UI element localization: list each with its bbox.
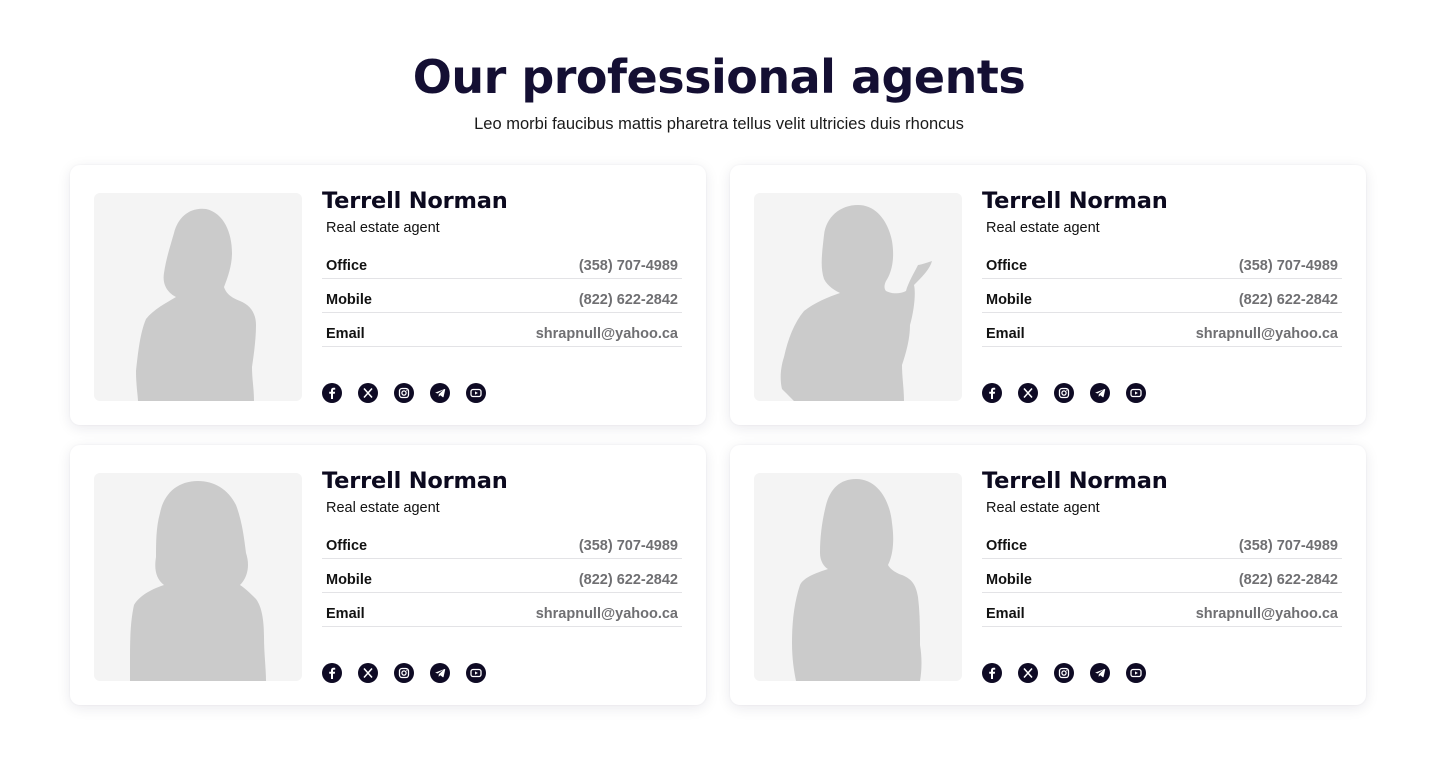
- section-subtitle: Leo morbi faucibus mattis pharetra tellu…: [474, 115, 964, 133]
- mobile-row: Mobile (822) 622-2842: [322, 559, 682, 593]
- mobile-label: Mobile: [326, 291, 372, 308]
- email-row: Email shrapnull@yahoo.ca: [322, 313, 682, 347]
- contact-list: Office (358) 707-4989 Mobile (822) 622-2…: [982, 525, 1342, 627]
- agent-name: Terrell Norman: [322, 468, 508, 494]
- agent-card: Terrell Norman Real estate agent Office …: [730, 165, 1366, 425]
- agent-card: Terrell Norman Real estate agent Office …: [70, 445, 706, 705]
- agent-info: Terrell Norman Real estate agent Office …: [322, 187, 682, 403]
- agent-info: Terrell Norman Real estate agent Office …: [322, 467, 682, 683]
- agent-photo: [94, 473, 302, 681]
- agent-role: Real estate agent: [326, 220, 440, 236]
- facebook-icon[interactable]: [322, 383, 342, 403]
- social-links: [322, 383, 682, 403]
- office-row: Office (358) 707-4989: [982, 525, 1342, 559]
- email-address[interactable]: shrapnull@yahoo.ca: [1196, 318, 1338, 342]
- social-links: [982, 383, 1342, 403]
- x-twitter-icon[interactable]: [358, 383, 378, 403]
- email-label: Email: [986, 325, 1025, 342]
- youtube-icon[interactable]: [1126, 663, 1146, 683]
- telegram-icon[interactable]: [430, 383, 450, 403]
- email-address[interactable]: shrapnull@yahoo.ca: [536, 598, 678, 622]
- office-label: Office: [326, 257, 368, 274]
- x-twitter-icon[interactable]: [1018, 663, 1038, 683]
- mobile-row: Mobile (822) 622-2842: [982, 279, 1342, 313]
- agent-role: Real estate agent: [986, 500, 1100, 516]
- agent-name: Terrell Norman: [322, 188, 508, 214]
- contact-list: Office (358) 707-4989 Mobile (822) 622-2…: [982, 245, 1342, 347]
- x-twitter-icon[interactable]: [358, 663, 378, 683]
- agent-name: Terrell Norman: [982, 188, 1168, 214]
- facebook-icon[interactable]: [982, 383, 1002, 403]
- section-title: Our professional agents: [412, 50, 1026, 104]
- contact-list: Office (358) 707-4989 Mobile (822) 622-2…: [322, 245, 682, 347]
- agent-role: Real estate agent: [326, 500, 440, 516]
- agent-role: Real estate agent: [986, 220, 1100, 236]
- email-row: Email shrapnull@yahoo.ca: [322, 593, 682, 627]
- email-row: Email shrapnull@yahoo.ca: [982, 593, 1342, 627]
- agent-card: Terrell Norman Real estate agent Office …: [730, 445, 1366, 705]
- agent-photo: [754, 193, 962, 401]
- office-row: Office (358) 707-4989: [322, 245, 682, 279]
- mobile-phone[interactable]: (822) 622-2842: [579, 284, 678, 308]
- mobile-label: Mobile: [986, 291, 1032, 308]
- agent-photo: [754, 473, 962, 681]
- facebook-icon[interactable]: [982, 663, 1002, 683]
- youtube-icon[interactable]: [1126, 383, 1146, 403]
- office-row: Office (358) 707-4989: [322, 525, 682, 559]
- instagram-icon[interactable]: [394, 663, 414, 683]
- agent-card: Terrell Norman Real estate agent Office …: [70, 165, 706, 425]
- email-label: Email: [986, 605, 1025, 622]
- woman-silhouette-icon: [780, 205, 932, 401]
- telegram-icon[interactable]: [1090, 663, 1110, 683]
- woman-silhouette-icon: [130, 481, 266, 681]
- social-links: [982, 663, 1342, 683]
- youtube-icon[interactable]: [466, 383, 486, 403]
- mobile-row: Mobile (822) 622-2842: [322, 279, 682, 313]
- agent-info: Terrell Norman Real estate agent Office …: [982, 467, 1342, 683]
- contact-list: Office (358) 707-4989 Mobile (822) 622-2…: [322, 525, 682, 627]
- office-phone[interactable]: (358) 707-4989: [579, 530, 678, 554]
- telegram-icon[interactable]: [430, 663, 450, 683]
- email-address[interactable]: shrapnull@yahoo.ca: [1196, 598, 1338, 622]
- email-label: Email: [326, 605, 365, 622]
- x-twitter-icon[interactable]: [1018, 383, 1038, 403]
- mobile-row: Mobile (822) 622-2842: [982, 559, 1342, 593]
- mobile-phone[interactable]: (822) 622-2842: [579, 564, 678, 588]
- agent-name: Terrell Norman: [982, 468, 1168, 494]
- office-label: Office: [986, 537, 1028, 554]
- woman-silhouette-icon: [136, 208, 256, 401]
- office-phone[interactable]: (358) 707-4989: [1239, 530, 1338, 554]
- telegram-icon[interactable]: [1090, 383, 1110, 403]
- office-label: Office: [986, 257, 1028, 274]
- instagram-icon[interactable]: [1054, 663, 1074, 683]
- agent-info: Terrell Norman Real estate agent Office …: [982, 187, 1342, 403]
- woman-silhouette-icon: [792, 479, 922, 681]
- mobile-phone[interactable]: (822) 622-2842: [1239, 564, 1338, 588]
- email-address[interactable]: shrapnull@yahoo.ca: [536, 318, 678, 342]
- mobile-phone[interactable]: (822) 622-2842: [1239, 284, 1338, 308]
- email-row: Email shrapnull@yahoo.ca: [982, 313, 1342, 347]
- mobile-label: Mobile: [986, 571, 1032, 588]
- facebook-icon[interactable]: [322, 663, 342, 683]
- social-links: [322, 663, 682, 683]
- mobile-label: Mobile: [326, 571, 372, 588]
- office-row: Office (358) 707-4989: [982, 245, 1342, 279]
- youtube-icon[interactable]: [466, 663, 486, 683]
- office-phone[interactable]: (358) 707-4989: [1239, 250, 1338, 274]
- office-label: Office: [326, 537, 368, 554]
- agents-grid: Terrell Norman Real estate agent Office …: [70, 165, 1367, 705]
- instagram-icon[interactable]: [394, 383, 414, 403]
- agent-photo: [94, 193, 302, 401]
- agents-section: Our professional agents Leo morbi faucib…: [0, 0, 1438, 766]
- email-label: Email: [326, 325, 365, 342]
- office-phone[interactable]: (358) 707-4989: [579, 250, 678, 274]
- instagram-icon[interactable]: [1054, 383, 1074, 403]
